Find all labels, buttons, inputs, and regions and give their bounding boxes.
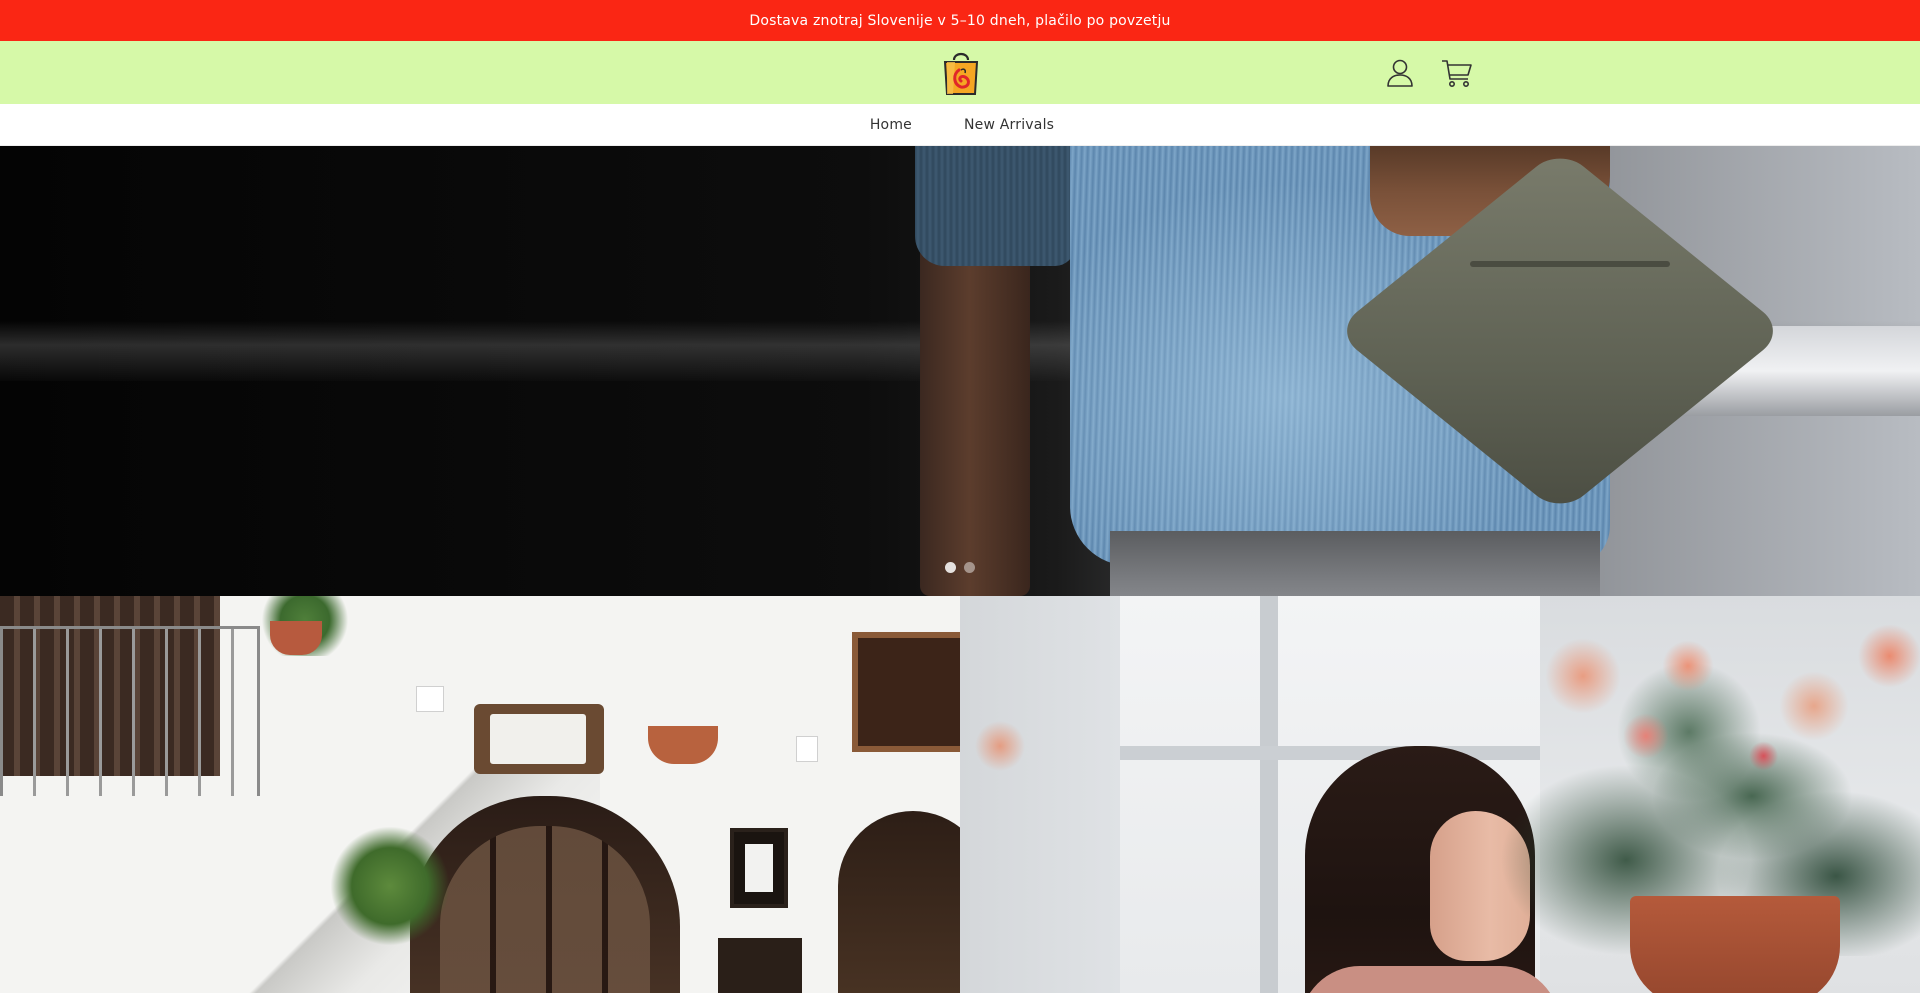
storefront-hanging-pot [648, 726, 718, 764]
slideshow-pagination [0, 562, 1920, 576]
storefront-house-number-2 [796, 736, 818, 762]
nav-item-new-arrivals[interactable]: New Arrivals [960, 117, 1054, 133]
plant-flowers [1520, 596, 1920, 796]
storefront-frame-inner [745, 844, 773, 892]
site-header [0, 41, 1920, 104]
hero-image-sleeve [915, 146, 1075, 266]
nav-item-home[interactable]: Home [866, 117, 912, 133]
storefront-house-number [416, 686, 444, 712]
window-frame-horizontal [1120, 746, 1540, 760]
window-frame-vertical [1260, 596, 1278, 993]
hero-image-pouch-seam [1470, 261, 1670, 267]
hero-slideshow[interactable] [0, 146, 1920, 596]
background-wall [960, 596, 1120, 993]
woman-shirt [1300, 966, 1560, 993]
storefront-sign-face [490, 714, 586, 764]
storefront-frame-2 [718, 938, 802, 993]
main-navigation: Home New Arrivals [0, 104, 1920, 146]
featured-image-street-storefront[interactable] [0, 596, 960, 993]
shopping-bag-logo-icon[interactable] [941, 50, 981, 96]
storefront-chalkboard [852, 632, 960, 752]
featured-image-woman-with-plant[interactable] [960, 596, 1920, 993]
plant-pot [1630, 896, 1840, 993]
storefront-arched-doorway [838, 811, 960, 993]
storefront-pot [270, 621, 322, 655]
storefront-stair-plant [330, 826, 450, 946]
slide-dot-1[interactable] [945, 562, 956, 573]
shopping-cart-icon[interactable] [1440, 57, 1474, 89]
slide-dot-2[interactable] [964, 562, 975, 573]
user-account-icon[interactable] [1384, 57, 1416, 89]
announcement-bar: Dostava znotraj Slovenije v 5–10 dneh, p… [0, 0, 1920, 41]
background-flower [960, 716, 1040, 776]
announcement-text: Dostava znotraj Slovenije v 5–10 dneh, p… [749, 12, 1171, 29]
